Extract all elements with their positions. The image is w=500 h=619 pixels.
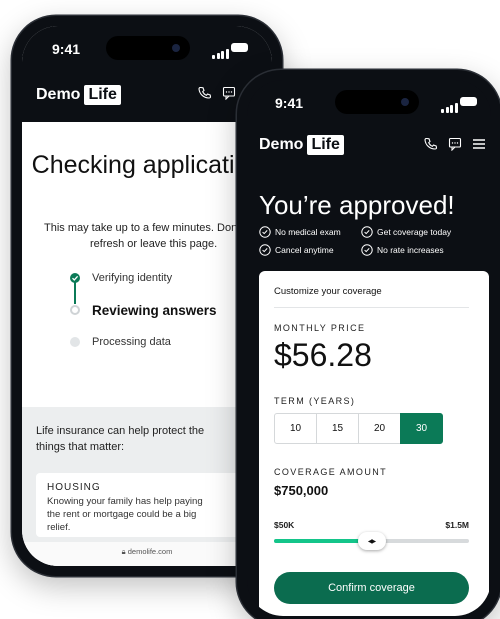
card-title: Customize your coverage <box>274 286 382 297</box>
phone-screen: 9:41 Demo Life <box>22 26 272 566</box>
check-circle-icon <box>361 226 373 238</box>
battery-icon <box>460 97 477 106</box>
status-time: 9:41 <box>275 95 304 111</box>
step-reviewing-answers: Reviewing answers <box>70 294 217 326</box>
marketing-canvas: 9:41 Demo Life Checking application This… <box>0 0 500 619</box>
coverage-amount-value: $750,000 <box>274 483 329 498</box>
phone-screen: 9:41 Demo Life <box>247 80 491 616</box>
benefit-item: No medical exam <box>259 226 359 238</box>
step-verifying-identity: Verifying identity <box>70 262 217 294</box>
check-icon <box>70 273 80 283</box>
chat-icon[interactable] <box>222 86 236 100</box>
logo-life-text: Life <box>84 85 121 105</box>
top-nav: Demo Life <box>247 126 491 176</box>
approved-title: You’re approved! <box>259 190 455 220</box>
step-processing-data: Processing data <box>70 326 217 358</box>
demo-life-logo[interactable]: Demo Life <box>36 85 121 105</box>
coverage-card: Customize your coverage MONTHLY PRICE $5… <box>259 271 489 616</box>
benefit-item: No rate increases <box>361 244 481 256</box>
chat-icon[interactable] <box>448 137 462 151</box>
slider-fill <box>274 539 372 543</box>
page-title: Checking application <box>31 151 263 179</box>
dynamic-island <box>335 90 419 114</box>
benefit-label: No rate increases <box>377 245 444 255</box>
term-selector: 10 15 20 30 <box>274 413 443 444</box>
nav-actions <box>424 137 486 151</box>
coverage-slider[interactable]: ◀▶ <box>274 532 469 550</box>
term-option-10[interactable]: 10 <box>274 413 317 444</box>
battery-icon <box>231 43 248 52</box>
term-label: TERM (YEARS) <box>274 396 356 406</box>
progress-panel: Checking application This may take up to… <box>22 122 272 407</box>
camera-icon <box>401 98 409 106</box>
check-circle-icon <box>361 244 373 256</box>
benefit-item: Cancel anytime <box>259 244 359 256</box>
step-label: Reviewing answers <box>92 302 217 318</box>
slider-max-label: $1.5M <box>445 520 469 530</box>
term-option-15[interactable]: 15 <box>316 413 359 444</box>
benefit-label: No medical exam <box>275 227 341 237</box>
confirm-coverage-button[interactable]: Confirm coverage <box>274 572 469 604</box>
phone-approved: 9:41 Demo Life You’re approved! No medic… <box>237 70 500 619</box>
benefits-list: No medical exam Get coverage today Cance… <box>259 226 491 256</box>
housing-tag: HOUSING <box>47 482 101 493</box>
monthly-price-value: $56.28 <box>274 337 372 373</box>
check-circle-icon <box>259 244 271 256</box>
promo-heading: Life insurance can help protect the thin… <box>36 425 205 453</box>
signal-icon <box>212 43 230 59</box>
slider-thumb[interactable]: ◀▶ <box>357 532 386 550</box>
menu-icon[interactable] <box>472 138 486 150</box>
step-label: Verifying identity <box>92 272 173 284</box>
lock-icon: 🔒︎ <box>121 547 126 556</box>
term-option-30[interactable]: 30 <box>400 413 443 444</box>
demo-life-logo[interactable]: Demo Life <box>259 135 344 155</box>
status-bar: 9:41 <box>247 80 491 126</box>
dynamic-island <box>106 36 190 60</box>
browser-url-bar[interactable]: 🔒︎ demolife.com <box>22 542 272 566</box>
status-time: 9:41 <box>52 41 81 57</box>
phone-icon[interactable] <box>198 86 212 100</box>
slider-min-label: $50K <box>274 520 295 530</box>
monthly-price-label: MONTHLY PRICE <box>274 323 366 333</box>
benefit-item: Get coverage today <box>361 226 481 238</box>
check-circle-icon <box>259 226 271 238</box>
spinner-icon <box>70 305 80 315</box>
logo-demo-text: Demo <box>36 86 81 103</box>
coverage-amount-label: COVERAGE AMOUNT <box>274 467 388 477</box>
url-text: demolife.com <box>127 547 173 556</box>
housing-text: Knowing your family has help paying the … <box>47 496 203 533</box>
subtitle-line-1: This may take up to a few minutes. Don <box>44 222 238 234</box>
signal-icon <box>441 97 459 113</box>
logo-life-text: Life <box>307 135 344 155</box>
drag-arrows-icon: ◀▶ <box>367 538 376 545</box>
benefit-label: Get coverage today <box>377 227 452 237</box>
logo-demo-text: Demo <box>259 136 304 153</box>
camera-icon <box>172 44 180 52</box>
benefit-label: Cancel anytime <box>275 245 334 255</box>
divider <box>274 307 469 308</box>
status-bar: 9:41 <box>22 26 272 72</box>
pending-dot-icon <box>70 337 80 347</box>
top-nav: Demo Life <box>22 72 272 122</box>
checking-content: Checking application This may take up to… <box>22 122 272 566</box>
progress-steps: Verifying identity Reviewing answers Pro… <box>70 262 217 358</box>
step-label: Processing data <box>92 336 171 348</box>
term-option-20[interactable]: 20 <box>358 413 401 444</box>
phone-icon[interactable] <box>424 137 438 151</box>
